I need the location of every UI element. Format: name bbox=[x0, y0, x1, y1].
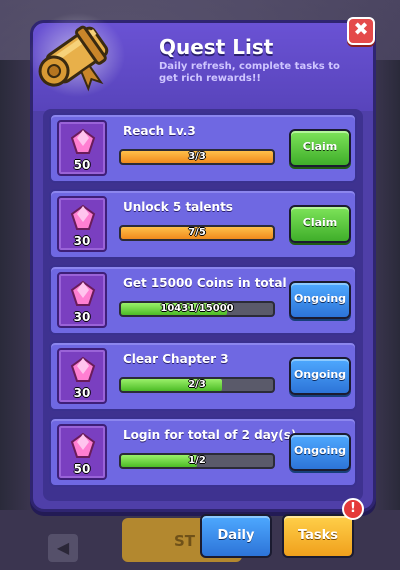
page-subtitle: Daily refresh, complete tasks to get ric… bbox=[159, 61, 340, 84]
reward-amount: 30 bbox=[73, 310, 91, 324]
reward-amount: 30 bbox=[73, 386, 91, 400]
gem-icon bbox=[70, 356, 96, 382]
close-button[interactable]: ✖ bbox=[347, 17, 375, 45]
claim-button[interactable]: Claim bbox=[289, 129, 351, 167]
progress-bar: 1/2 bbox=[119, 453, 275, 469]
tab-tasks[interactable]: Tasks bbox=[282, 514, 354, 558]
progress-text: 7/5 bbox=[188, 227, 206, 238]
progress-text: 1/2 bbox=[188, 455, 206, 466]
reward-amount: 30 bbox=[73, 234, 91, 248]
reward-amount: 50 bbox=[73, 462, 91, 476]
reward-box: 30 bbox=[57, 272, 107, 328]
background-right-panel bbox=[372, 60, 400, 520]
reward-box: 50 bbox=[57, 424, 107, 480]
gem-icon bbox=[70, 204, 96, 230]
quest-list[interactable]: 50 Reach Lv.3 3/3 Claim 30 Unlock 5 tale… bbox=[43, 109, 363, 501]
gem-icon bbox=[70, 432, 96, 458]
progress-text: 2/3 bbox=[188, 379, 206, 390]
ongoing-button[interactable]: Ongoing bbox=[289, 281, 351, 319]
back-arrow-icon: ◀ bbox=[48, 534, 78, 562]
close-icon: ✖ bbox=[353, 19, 369, 40]
quest-label: Get 15000 Coins in total bbox=[123, 276, 287, 290]
reward-amount: 50 bbox=[73, 158, 91, 172]
progress-bar: 7/5 bbox=[119, 225, 275, 241]
tab-daily[interactable]: Daily bbox=[200, 514, 272, 558]
quest-item-get-coins: 30 Get 15000 Coins in total 10431/15000 … bbox=[49, 265, 357, 335]
quest-label: Unlock 5 talents bbox=[123, 200, 233, 214]
claim-button[interactable]: Claim bbox=[289, 205, 351, 243]
progress-text: 10431/15000 bbox=[160, 303, 234, 314]
gem-icon bbox=[70, 280, 96, 306]
quest-panel: Quest List Daily refresh, complete tasks… bbox=[29, 13, 376, 512]
scroll-icon bbox=[29, 13, 125, 97]
background-left-panel bbox=[0, 60, 34, 520]
ongoing-button[interactable]: Ongoing bbox=[289, 433, 351, 471]
quest-label: Login for total of 2 day(s) bbox=[123, 428, 297, 442]
gem-icon bbox=[70, 128, 96, 154]
progress-text: 3/3 bbox=[188, 151, 206, 162]
quest-item-unlock-talents: 30 Unlock 5 talents 7/5 Claim bbox=[49, 189, 357, 259]
progress-bar: 3/3 bbox=[119, 149, 275, 165]
exclamation-icon: ! bbox=[342, 498, 364, 520]
reward-box: 30 bbox=[57, 196, 107, 252]
quest-label: Clear Chapter 3 bbox=[123, 352, 229, 366]
page-title: Quest List bbox=[159, 35, 274, 59]
ongoing-button[interactable]: Ongoing bbox=[289, 357, 351, 395]
progress-bar: 10431/15000 bbox=[119, 301, 275, 317]
quest-item-login-days: 50 Login for total of 2 day(s) 1/2 Ongoi… bbox=[49, 417, 357, 487]
quest-item-clear-chapter: 30 Clear Chapter 3 2/3 Ongoing bbox=[49, 341, 357, 411]
reward-box: 30 bbox=[57, 348, 107, 404]
quest-item-reach-lv3: 50 Reach Lv.3 3/3 Claim bbox=[49, 113, 357, 183]
progress-bar: 2/3 bbox=[119, 377, 275, 393]
quest-label: Reach Lv.3 bbox=[123, 124, 196, 138]
panel-header: Quest List Daily refresh, complete tasks… bbox=[29, 13, 375, 111]
reward-box: 50 bbox=[57, 120, 107, 176]
